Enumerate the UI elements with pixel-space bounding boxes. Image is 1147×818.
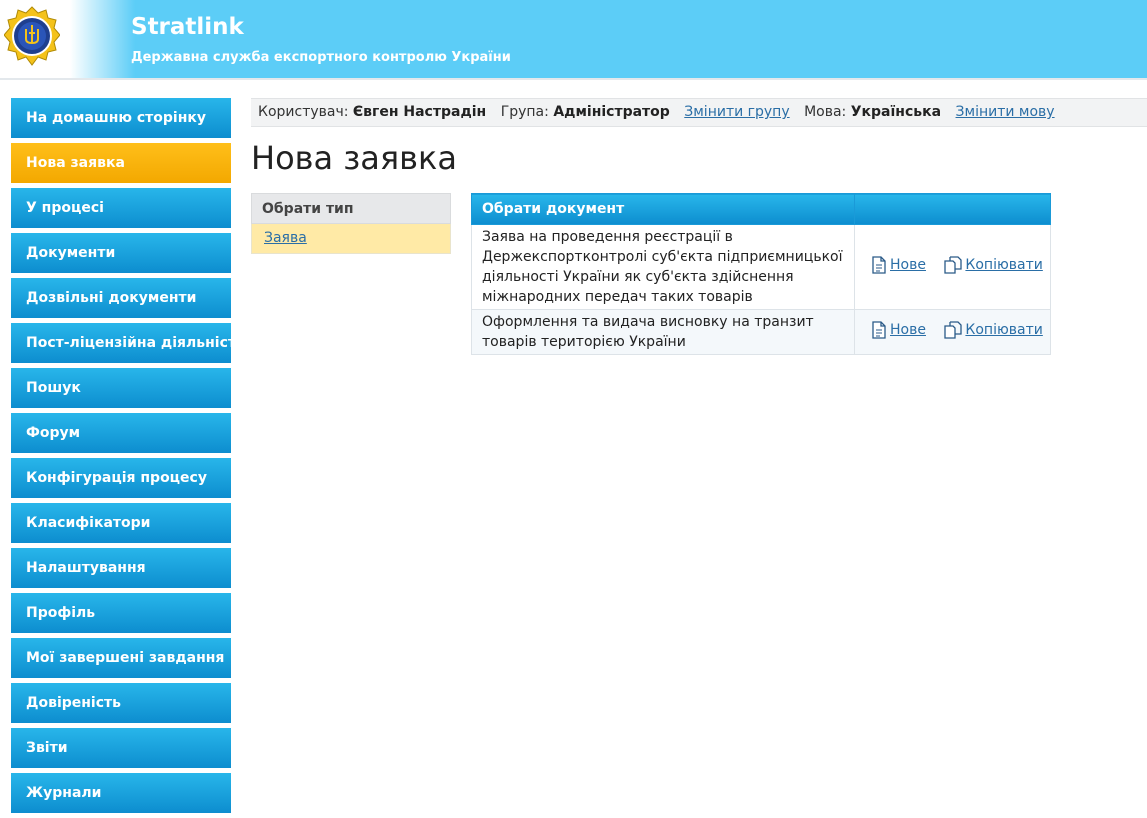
sidebar-item-post-license[interactable]: Пост-ліцензійна діяльність (11, 323, 231, 363)
app-title: Stratlink (131, 14, 244, 40)
language-label: Мова: (804, 104, 847, 120)
app-subtitle: Державна служба експортного контролю Укр… (131, 50, 511, 65)
user-name: Євген Настрадін (352, 104, 487, 120)
documents-table: Обрати документ Заява на проведення реєс… (471, 193, 1051, 355)
group-name: Адміністратор (553, 104, 670, 120)
new-link-label: Нове (890, 322, 926, 338)
new-document-link[interactable]: Нове (871, 321, 926, 339)
sidebar-item-forum[interactable]: Форум (11, 413, 231, 453)
page-title: Нова заявка (251, 139, 457, 177)
actions-header (854, 193, 1051, 225)
sidebar-item-classifiers[interactable]: Класифікатори (11, 503, 231, 543)
type-panel-header: Обрати тип (251, 193, 451, 224)
language-name: Українська (850, 104, 942, 120)
sidebar-item-search[interactable]: Пошук (11, 368, 231, 408)
group-label: Група: (500, 104, 549, 120)
copy-link-label: Копіювати (965, 322, 1043, 338)
sidebar-item-permit-documents[interactable]: Дозвільні документи (11, 278, 231, 318)
app-header: Stratlink Державна служба експортного ко… (0, 0, 1147, 80)
table-row: Заява на проведення реєстрації в Держекс… (471, 224, 1051, 310)
copy-document-link[interactable]: Копіювати (944, 321, 1043, 339)
sidebar-nav: На домашню сторінку Нова заявка У процес… (11, 98, 231, 818)
type-link-zayava[interactable]: Заява (264, 230, 307, 246)
type-item: Заява (251, 224, 451, 254)
sidebar-item-in-process[interactable]: У процесі (11, 188, 231, 228)
sidebar-item-settings[interactable]: Налаштування (11, 548, 231, 588)
document-name: Заява на проведення реєстрації в Держекс… (471, 224, 855, 310)
ukraine-trident-emblem-icon (3, 5, 61, 71)
new-document-link[interactable]: Нове (871, 256, 926, 274)
sidebar-item-power-of-attorney[interactable]: Довіреність (11, 683, 231, 723)
table-header-row: Обрати документ (471, 193, 1051, 225)
sidebar-item-home[interactable]: На домашню сторінку (11, 98, 231, 138)
document-name: Оформлення та видача висновку на транзит… (471, 309, 855, 355)
document-actions: Нове Копіювати (854, 224, 1051, 310)
user-label: Користувач: (258, 104, 349, 120)
sidebar-item-process-config[interactable]: Конфігурація процесу (11, 458, 231, 498)
type-panel: Обрати тип Заява (251, 193, 451, 254)
user-info-bar: Користувач: Євген Настрадін Група: Адмін… (251, 98, 1147, 127)
document-icon (872, 321, 886, 339)
change-group-link[interactable]: Змінити групу (684, 104, 789, 120)
copy-document-link[interactable]: Копіювати (944, 256, 1043, 274)
sidebar-item-reports[interactable]: Звіти (11, 728, 231, 768)
document-actions: Нове Копіювати (854, 309, 1051, 355)
copy-icon (944, 256, 963, 274)
copy-link-label: Копіювати (965, 257, 1043, 273)
new-link-label: Нове (890, 257, 926, 273)
sidebar-item-new-request[interactable]: Нова заявка (11, 143, 231, 183)
change-language-link[interactable]: Змінити мову (956, 104, 1055, 120)
sidebar-item-profile[interactable]: Профіль (11, 593, 231, 633)
copy-icon (944, 321, 963, 339)
sidebar-item-journals[interactable]: Журнали (11, 773, 231, 813)
table-row: Оформлення та видача висновку на транзит… (471, 309, 1051, 355)
document-icon (872, 256, 886, 274)
sidebar-item-documents[interactable]: Документи (11, 233, 231, 273)
documents-header: Обрати документ (471, 193, 855, 225)
sidebar-item-completed-tasks[interactable]: Мої завершені завдання (11, 638, 231, 678)
